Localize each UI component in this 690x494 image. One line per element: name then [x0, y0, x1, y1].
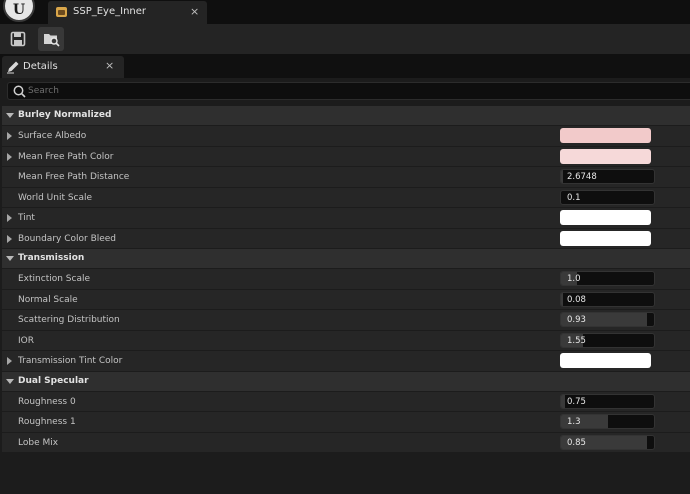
property-row: Surface Albedo: [2, 125, 690, 146]
details-tab-label: Details: [23, 61, 58, 72]
numeric-input[interactable]: 1.0: [560, 271, 655, 286]
property-row: Normal Scale 0.08: [2, 288, 690, 309]
property-row: IOR 1.55: [2, 329, 690, 350]
color-swatch[interactable]: [560, 353, 651, 368]
numeric-value: 1.3: [567, 417, 581, 427]
property-label: Lobe Mix: [18, 437, 59, 448]
property-label: Transmission Tint Color: [18, 356, 123, 366]
property-row: Lobe Mix 0.85: [2, 431, 690, 452]
property-row: World Unit Scale 0.1: [2, 186, 690, 207]
numeric-input[interactable]: 0.75: [560, 393, 655, 409]
property-label: Mean Free Path Color: [18, 151, 114, 162]
slider-fill: [561, 394, 565, 408]
property-label: Extinction Scale: [18, 274, 91, 284]
color-swatch[interactable]: [560, 230, 651, 246]
property-label: IOR: [18, 335, 34, 346]
expand-arrow-right-icon[interactable]: [7, 357, 12, 365]
search-input[interactable]: [28, 84, 668, 98]
category-label: Transmission: [18, 253, 85, 263]
expand-arrow-right-icon[interactable]: [7, 132, 12, 140]
search-bar[interactable]: [7, 82, 690, 100]
numeric-input[interactable]: 1.3: [560, 414, 655, 429]
subsurface-profile-asset-icon: [56, 7, 67, 17]
property-label: Surface Albedo: [18, 131, 87, 141]
browse-to-asset-button[interactable]: [38, 27, 64, 51]
category-header[interactable]: Dual Specular: [2, 370, 690, 391]
property-list: Burley Normalized Surface Albedo Mean Free…: [2, 105, 690, 452]
toolbar: [0, 24, 690, 54]
property-row: Transmission Tint Color: [2, 350, 690, 371]
category-header[interactable]: Burley Normalized: [2, 105, 690, 125]
color-swatch[interactable]: [560, 148, 651, 164]
numeric-input[interactable]: 0.93: [560, 312, 655, 327]
property-row: Roughness 1 1.3: [2, 411, 690, 432]
property-label: Roughness 0: [18, 396, 76, 407]
numeric-value: 0.1: [567, 192, 581, 203]
property-label: Tint: [18, 213, 35, 223]
slider-fill: [561, 170, 563, 183]
property-row: Scattering Distribution 0.93: [2, 309, 690, 330]
property-label: Boundary Color Bleed: [18, 233, 117, 244]
expand-arrow-right-icon[interactable]: [7, 152, 12, 161]
pencil-icon: [7, 61, 19, 74]
asset-tab-label: SSP_Eye_Inner: [73, 6, 147, 17]
numeric-input[interactable]: 0.08: [560, 291, 655, 307]
property-label: Scattering Distribution: [18, 315, 120, 325]
property-row: Mean Free Path Distance 2.6748: [2, 166, 690, 187]
expand-arrow-right-icon[interactable]: [7, 214, 12, 222]
close-icon[interactable]: ×: [190, 5, 199, 18]
asset-editor-tab[interactable]: SSP_Eye_Inner ×: [48, 1, 207, 24]
numeric-value: 1.55: [567, 335, 586, 346]
numeric-value: 0.75: [567, 396, 586, 407]
color-swatch[interactable]: [560, 210, 651, 225]
numeric-value: 2.6748: [567, 172, 597, 182]
panel-tab-bar: Details ×: [0, 54, 690, 78]
numeric-input[interactable]: 1.55: [560, 332, 655, 348]
slider-fill: [561, 292, 563, 306]
property-row: Tint: [2, 207, 690, 228]
numeric-value: 0.93: [567, 315, 586, 325]
details-panel: Burley Normalized Surface Albedo Mean Free…: [0, 78, 690, 454]
numeric-input[interactable]: 0.1: [560, 189, 655, 205]
browse-asset-icon: [44, 34, 60, 47]
expand-arrow-down-icon[interactable]: [6, 378, 14, 384]
property-row: Extinction Scale 1.0: [2, 268, 690, 289]
expand-arrow-down-icon[interactable]: [6, 113, 14, 118]
property-label: Mean Free Path Distance: [18, 172, 130, 182]
numeric-input[interactable]: 2.6748: [560, 169, 655, 184]
numeric-value: 1.0: [567, 274, 581, 284]
save-icon: [10, 31, 26, 47]
numeric-value: 0.08: [567, 294, 586, 305]
close-icon[interactable]: ×: [105, 59, 114, 72]
save-button[interactable]: [5, 27, 31, 51]
category-header[interactable]: Transmission: [2, 248, 690, 268]
panel-empty-area: [0, 454, 690, 494]
expand-arrow-down-icon[interactable]: [6, 256, 14, 261]
tab-details[interactable]: Details ×: [2, 56, 124, 78]
property-label: World Unit Scale: [18, 192, 93, 203]
numeric-value: 0.85: [567, 437, 586, 448]
search-icon: [13, 85, 26, 98]
title-bar: SSP_Eye_Inner ×: [0, 0, 690, 24]
numeric-input[interactable]: 0.85: [560, 434, 655, 450]
color-swatch[interactable]: [560, 128, 651, 143]
category-label: Dual Specular: [18, 375, 89, 386]
property-row: Roughness 0 0.75: [2, 390, 690, 411]
property-label: Roughness 1: [18, 417, 76, 427]
category-label: Burley Normalized: [18, 110, 112, 120]
unreal-logo-icon[interactable]: [3, 0, 35, 22]
property-row: Boundary Color Bleed: [2, 227, 690, 248]
expand-arrow-right-icon[interactable]: [7, 234, 12, 243]
property-row: Mean Free Path Color: [2, 145, 690, 166]
property-label: Normal Scale: [18, 294, 78, 305]
